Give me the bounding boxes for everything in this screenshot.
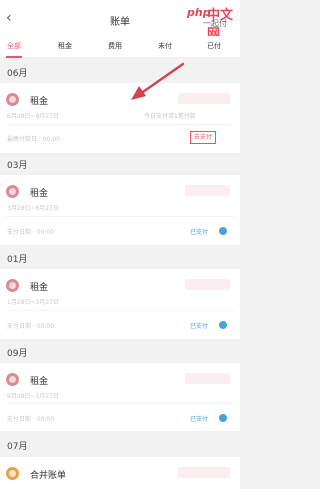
paid-check-icon [219, 414, 227, 422]
bill-note: 今日支付请1笔付款 [144, 113, 196, 120]
bill-period: 6月28日~9月27日 [7, 113, 59, 120]
pay-date: 支付日期 · 00:00 [7, 416, 55, 423]
card-divider [6, 124, 234, 125]
rent-icon [6, 373, 19, 386]
bill-card[interactable]: 租金 1月28日~3月27日 支付日期 · 00:00 已支付 [0, 269, 240, 339]
amount-blurred [178, 467, 230, 478]
status-paid: 已支付 [190, 323, 209, 330]
rent-icon [6, 279, 19, 292]
bill-name: 租金 [30, 189, 49, 199]
merged-bill-icon [6, 467, 19, 480]
active-tab-indicator [6, 56, 22, 58]
card-divider [6, 216, 234, 217]
rent-icon [6, 93, 19, 106]
rent-icon [6, 185, 19, 198]
tab-fees[interactable]: 费用 [108, 41, 122, 51]
amount-blurred [185, 185, 230, 196]
pay-button[interactable]: 去支付 [190, 131, 216, 144]
tab-unpaid[interactable]: 未付 [158, 41, 172, 51]
bill-name: 租金 [30, 97, 49, 107]
pay-date: 支付日期 · 00:00 [7, 323, 55, 330]
month-header: 07月 [7, 442, 28, 452]
tab-rent[interactable]: 租金 [58, 41, 72, 51]
month-header: 09月 [7, 349, 28, 359]
status-paid: 已支付 [190, 416, 209, 423]
bill-period: 1月28日~3月27日 [7, 299, 59, 306]
pay-date: 支付日期 · 00:00 [7, 229, 55, 236]
amount-blurred [178, 93, 230, 104]
bill-period: 3月28日~6月27日 [7, 205, 59, 212]
bill-card[interactable]: 合并账单 [0, 457, 240, 489]
card-divider [6, 403, 234, 404]
due-date: 最晚付款日 · 00:00 [7, 136, 61, 143]
top-bar: ‹ 账单 php 中文网 一起付 [0, 0, 240, 42]
tab-paid[interactable]: 已付 [207, 41, 221, 51]
status-paid: 已支付 [190, 229, 209, 236]
bill-name: 租金 [30, 283, 49, 293]
amount-blurred [185, 373, 230, 384]
bill-name: 租金 [30, 377, 49, 387]
paid-check-icon [219, 321, 227, 329]
bill-card[interactable]: 租金 3月28日~6月27日 支付日期 · 00:00 已支付 [0, 175, 240, 245]
bill-card[interactable]: 租金 6月28日~9月27日 今日支付请1笔付款 最晚付款日 · 00:00 去… [0, 83, 240, 153]
month-header: 03月 [7, 161, 28, 171]
bill-period: 9月28日~1月27日 [7, 393, 59, 400]
card-divider [6, 310, 234, 311]
bill-card[interactable]: 租金 9月28日~1月27日 支付日期 · 00:00 已支付 [0, 363, 240, 431]
month-header: 06月 [7, 69, 28, 79]
month-header: 01月 [7, 255, 28, 265]
filter-tabs: 全部 租金 费用 未付 已付 [0, 36, 240, 58]
amount-blurred [185, 279, 230, 290]
watermark-sub: 一起付 [203, 19, 227, 28]
paid-check-icon [219, 227, 227, 235]
bill-name: 合并账单 [30, 471, 67, 481]
tab-all[interactable]: 全部 [7, 41, 21, 51]
